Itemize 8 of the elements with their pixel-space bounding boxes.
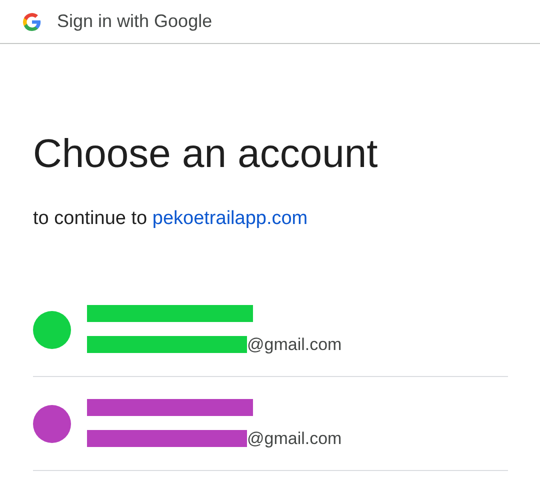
page-heading: Choose an account — [33, 131, 379, 178]
header-title: Sign in with Google — [57, 11, 212, 32]
subtitle: to continue to pekoetrailapp.com — [33, 208, 309, 230]
account-email[interactable]: @gmail.com — [247, 334, 342, 354]
site-link[interactable]: pekoetrailapp.com — [152, 208, 308, 229]
google-logo-icon — [23, 12, 41, 30]
avatar[interactable] — [33, 404, 71, 442]
account-email[interactable]: @gmail.com — [247, 428, 342, 448]
